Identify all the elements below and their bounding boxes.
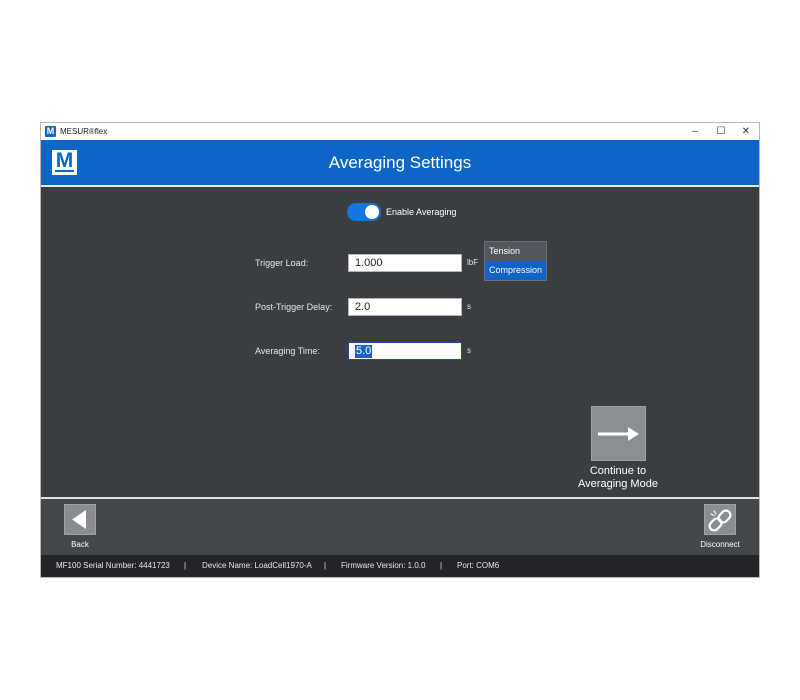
status-separator: | — [184, 561, 187, 570]
direction-option-tension[interactable]: Tension — [485, 242, 546, 261]
enable-averaging-toggle[interactable] — [347, 203, 381, 221]
trigger-load-unit: lbF — [467, 258, 479, 267]
continue-label: Continue to Averaging Mode — [563, 465, 673, 491]
averaging-time-unit: s — [467, 346, 471, 355]
triangle-left-icon — [72, 510, 86, 529]
app-window: M MESUR®flex – ☐ ✕ Averaging Settings M … — [40, 122, 760, 578]
continue-label-line2: Averaging Mode — [578, 478, 658, 490]
averaging-time-field[interactable]: 5.0 — [348, 342, 462, 360]
firmware-version: Firmware Version: 1.0.0 — [341, 561, 426, 570]
footer-nav: Back Disconnect — [41, 499, 759, 555]
maximize-button[interactable]: ☐ — [708, 124, 734, 139]
post-trigger-delay-unit: s — [467, 302, 471, 311]
trigger-load-input[interactable] — [349, 255, 461, 271]
port: Port: COM6 — [457, 561, 500, 570]
status-separator: | — [440, 561, 443, 570]
trigger-load-label: Trigger Load: — [255, 258, 309, 268]
disconnect-button[interactable] — [704, 504, 736, 535]
averaging-time-value[interactable]: 5.0 — [355, 345, 373, 358]
app-logo-icon: M — [45, 126, 56, 137]
window-titlebar: M MESUR®flex – ☐ ✕ — [41, 123, 759, 140]
page-title: Averaging Settings — [328, 153, 472, 172]
post-trigger-delay-label: Post-Trigger Delay: — [255, 302, 333, 312]
post-trigger-delay-field[interactable] — [348, 298, 462, 316]
averaging-time-label: Averaging Time: — [255, 346, 320, 356]
status-bar: MF100 Serial Number: 4441723 | Device Na… — [41, 555, 759, 577]
back-button[interactable] — [64, 504, 96, 535]
trigger-load-field[interactable] — [348, 254, 462, 272]
broken-link-icon — [708, 509, 732, 532]
serial-number: MF100 Serial Number: 4441723 — [56, 561, 170, 570]
status-separator: | — [324, 561, 327, 570]
direction-option-compression[interactable]: Compression — [485, 261, 546, 280]
close-button[interactable]: ✕ — [733, 124, 759, 139]
logo-letter: M — [55, 149, 74, 172]
load-direction-list[interactable]: Tension Compression — [484, 241, 547, 281]
minimize-button[interactable]: – — [682, 124, 708, 139]
page-header: Averaging Settings M — [41, 140, 759, 185]
post-trigger-delay-input[interactable] — [349, 299, 461, 315]
logo-underline — [55, 170, 74, 172]
disconnect-label: Disconnect — [700, 540, 740, 549]
enable-averaging-label: Enable Averaging — [386, 207, 457, 217]
back-label: Back — [71, 540, 89, 549]
continue-label-line1: Continue to — [589, 465, 647, 477]
window-title: MESUR®flex — [60, 127, 108, 136]
mesur-logo: M — [52, 150, 77, 175]
toggle-knob — [365, 205, 379, 219]
continue-button[interactable] — [591, 406, 646, 461]
device-name: Device Name: LoadCell1970-A — [202, 561, 312, 570]
settings-panel: Enable Averaging Trigger Load: lbF Tensi… — [41, 187, 759, 497]
arrow-right-icon — [598, 427, 639, 441]
